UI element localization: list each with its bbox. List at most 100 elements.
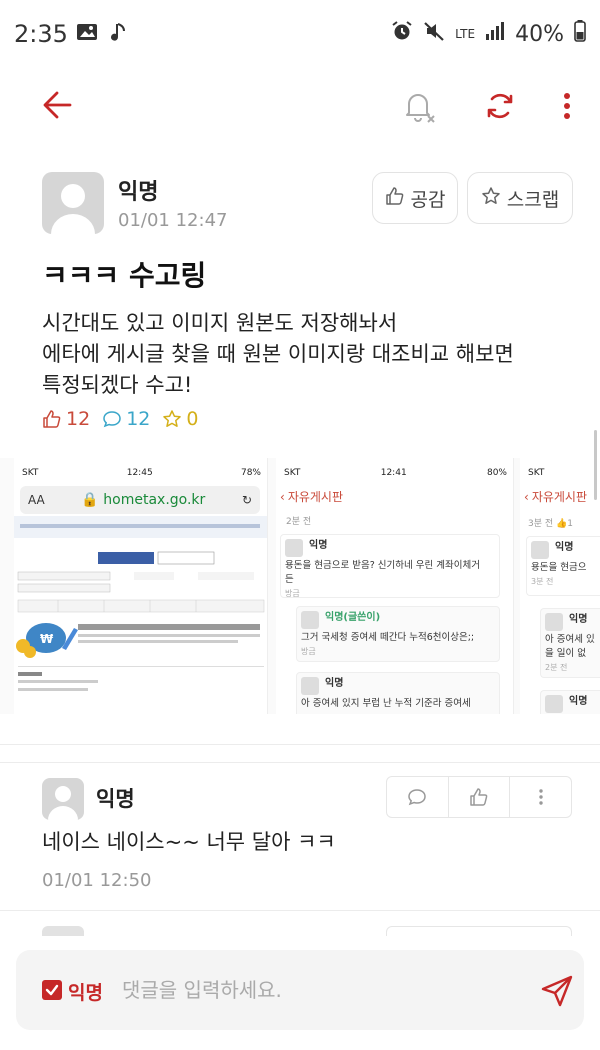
mini-avatar bbox=[301, 611, 319, 629]
like-button[interactable]: 공감 bbox=[372, 172, 458, 224]
comment-author: 익명 bbox=[96, 787, 135, 811]
mini-reply: 익명(글쓴이) 그거 국세청 증여세 떼간다 누적6천이상은;; 방금 bbox=[296, 606, 500, 662]
comment-bubble-icon bbox=[103, 411, 121, 428]
comment-bubble-icon bbox=[408, 789, 427, 806]
check-icon bbox=[45, 984, 59, 996]
like-count-stat: 12 bbox=[42, 408, 90, 430]
url-bar: AA 🔒 hometax.go.kr ↻ bbox=[20, 486, 260, 514]
comment-input-bar: 익명 bbox=[16, 950, 584, 1030]
mini-avatar bbox=[285, 539, 303, 557]
mini-reply-author: 익명 bbox=[325, 678, 344, 689]
refresh-icon[interactable] bbox=[480, 86, 520, 126]
mini-comment-date: 3분 전 bbox=[531, 577, 554, 586]
post-author: 익명 bbox=[118, 180, 159, 205]
mini-like-count: 1 bbox=[567, 519, 573, 529]
mini-reply: 익명 bbox=[540, 690, 600, 714]
mini-battery: 80% bbox=[486, 468, 507, 478]
thumbs-up-icon bbox=[470, 788, 488, 806]
divider bbox=[0, 762, 600, 763]
mini-comment: 익명 용돈을 현금으 3분 전 bbox=[526, 536, 600, 596]
comment-actions bbox=[386, 776, 572, 818]
star-icon bbox=[481, 186, 501, 211]
scrap-button[interactable]: 스크랩 bbox=[467, 172, 573, 224]
comment-input[interactable] bbox=[122, 972, 502, 1008]
post-stats: 12 12 0 bbox=[42, 408, 198, 430]
status-time: 2:35 bbox=[14, 20, 68, 48]
mini-board-title: 자유게시판 bbox=[531, 490, 588, 504]
next-comment-actions bbox=[386, 926, 572, 936]
battery-icon bbox=[574, 20, 586, 48]
divider bbox=[0, 910, 600, 911]
divider bbox=[0, 744, 600, 745]
next-comment-avatar bbox=[42, 926, 84, 936]
anonymous-checkbox[interactable] bbox=[42, 980, 62, 1000]
attached-image-strip[interactable]: SKT 12:45 78% AA 🔒 hometax.go.kr ↻ ₩ SKT… bbox=[0, 458, 600, 714]
mini-avatar bbox=[301, 677, 319, 695]
mini-board-title: 자유게시판 bbox=[287, 490, 344, 504]
mini-comment-text: 용돈을 현금으로 받음? 신기하네 우린 계좌이체거 bbox=[285, 560, 480, 571]
attached-image-3[interactable]: SKT ‹ 자유게시판 3분 전 👍1 익명 용돈을 현금으 3분 전 익명 아… bbox=[520, 458, 600, 714]
chevron-left-icon: ‹ bbox=[524, 489, 529, 504]
like-count: 12 bbox=[66, 408, 91, 430]
alarm-icon bbox=[391, 20, 413, 48]
url-text: 🔒 hometax.go.kr bbox=[81, 492, 206, 508]
mini-reply-date: 방금 bbox=[301, 647, 316, 656]
back-arrow-icon[interactable] bbox=[40, 88, 80, 122]
more-vertical-icon[interactable] bbox=[552, 86, 582, 126]
mini-reply-text: 아 증여세 있 bbox=[545, 634, 595, 645]
mini-reply-text: 그거 국세청 증여세 떼간다 누적6천이상은;; bbox=[301, 632, 475, 643]
music-note-icon bbox=[110, 22, 128, 48]
comment-like-button[interactable] bbox=[449, 777, 511, 817]
more-vertical-icon bbox=[538, 789, 543, 805]
mini-battery: 78% bbox=[240, 468, 261, 478]
anonymous-label[interactable]: 익명 bbox=[68, 978, 103, 1005]
lte-indicator: LTE bbox=[455, 26, 476, 41]
bell-off-icon[interactable] bbox=[398, 86, 438, 126]
status-bar: 2:35 LTE 40% bbox=[0, 0, 600, 70]
scrap-count-stat: 0 bbox=[162, 408, 198, 430]
mini-comment-date: 방금 bbox=[285, 589, 300, 598]
mini-avatar bbox=[545, 695, 563, 713]
thumbs-up-icon bbox=[43, 410, 61, 428]
mini-reply: 익명 아 증여세 있지 부럽 난 누적 기준라 증여세 bbox=[296, 672, 500, 714]
battery-percent: 40% bbox=[515, 21, 564, 47]
mini-reply-author: 익명 bbox=[569, 696, 588, 707]
app-bar bbox=[0, 70, 600, 140]
comment-text: 네이스 네이스~~ 너무 달아 ㅋㅋ bbox=[42, 830, 336, 854]
post-body-line: 시간대도 있고 이미지 원본도 저장해놔서 bbox=[42, 311, 398, 335]
svg-text:₩: ₩ bbox=[40, 632, 54, 646]
chevron-left-icon: ‹ bbox=[280, 489, 285, 504]
scrap-label: 스크랩 bbox=[506, 188, 560, 211]
mini-reply-date: 2분 전 bbox=[545, 663, 568, 672]
attached-image-2[interactable]: SKT 12:41 80% ‹ 자유게시판 2분 전 익명 용돈을 현금으로 받… bbox=[276, 458, 514, 714]
avatar bbox=[42, 172, 104, 234]
mini-time: 12:41 bbox=[380, 468, 407, 478]
mini-comment-text: 용돈을 현금으 bbox=[531, 562, 587, 573]
mini-avatar bbox=[545, 613, 563, 631]
post-body-line: 특정되겠다 수고! bbox=[42, 373, 193, 397]
post-body-line: 에타에 게시글 찾을 때 원본 이미지랑 대조비교 해보면 bbox=[42, 342, 514, 366]
mini-carrier: SKT bbox=[22, 468, 39, 478]
comment-count: 12 bbox=[126, 408, 151, 430]
scrap-count: 0 bbox=[186, 408, 199, 430]
scrollbar-thumb[interactable] bbox=[594, 430, 597, 500]
mini-comment-author: 익명 bbox=[555, 542, 574, 553]
mini-carrier: SKT bbox=[528, 468, 545, 478]
mini-post-meta: 2분 전 bbox=[286, 517, 312, 527]
comment-more-button[interactable] bbox=[510, 777, 571, 817]
like-label: 공감 bbox=[410, 188, 446, 211]
send-icon[interactable] bbox=[538, 972, 576, 1010]
post-title: ㅋㅋㅋ 수고링 bbox=[42, 259, 207, 292]
lock-icon: 🔒 bbox=[81, 492, 99, 508]
mini-comment: 익명 용돈을 현금으로 받음? 신기하네 우린 계좌이체거 든 방금 bbox=[280, 534, 500, 598]
comment-date: 01/01 12:50 bbox=[42, 870, 152, 891]
mini-like-icon: 👍 bbox=[556, 519, 568, 529]
post-date: 01/01 12:47 bbox=[118, 210, 228, 231]
attached-image-1[interactable]: SKT 12:45 78% AA 🔒 hometax.go.kr ↻ ₩ bbox=[14, 458, 268, 714]
hometax-page-preview: ₩ bbox=[14, 516, 267, 691]
mini-reply-author: 익명(글쓴이) bbox=[325, 612, 381, 623]
mini-comment-author: 익명 bbox=[309, 540, 328, 551]
reply-button[interactable] bbox=[387, 777, 449, 817]
mute-icon bbox=[423, 20, 445, 48]
thumbs-up-icon bbox=[385, 186, 405, 211]
